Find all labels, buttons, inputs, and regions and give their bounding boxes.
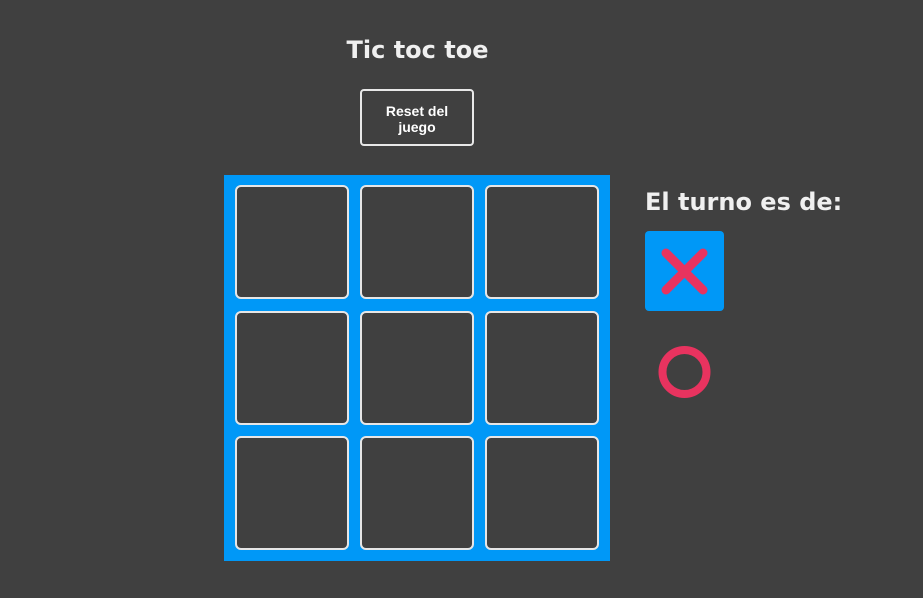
reset-game-button[interactable]: Reset del juego <box>360 89 474 146</box>
board-cell-9[interactable] <box>485 436 599 550</box>
page-title: Tic toc toe <box>346 36 489 64</box>
board-cell-3[interactable] <box>485 185 599 299</box>
board-cell-2[interactable] <box>360 185 474 299</box>
board-cell-6[interactable] <box>485 311 599 425</box>
game-board <box>224 175 610 561</box>
turn-indicator-x <box>645 231 724 311</box>
board-cell-1[interactable] <box>235 185 349 299</box>
board-cell-8[interactable] <box>360 436 474 550</box>
turn-indicator-o <box>645 332 724 412</box>
board-cell-4[interactable] <box>235 311 349 425</box>
turn-label: El turno es de: <box>645 188 843 216</box>
board-cell-5[interactable] <box>360 311 474 425</box>
x-icon <box>661 248 708 295</box>
board-cell-7[interactable] <box>235 436 349 550</box>
o-icon <box>658 346 711 398</box>
